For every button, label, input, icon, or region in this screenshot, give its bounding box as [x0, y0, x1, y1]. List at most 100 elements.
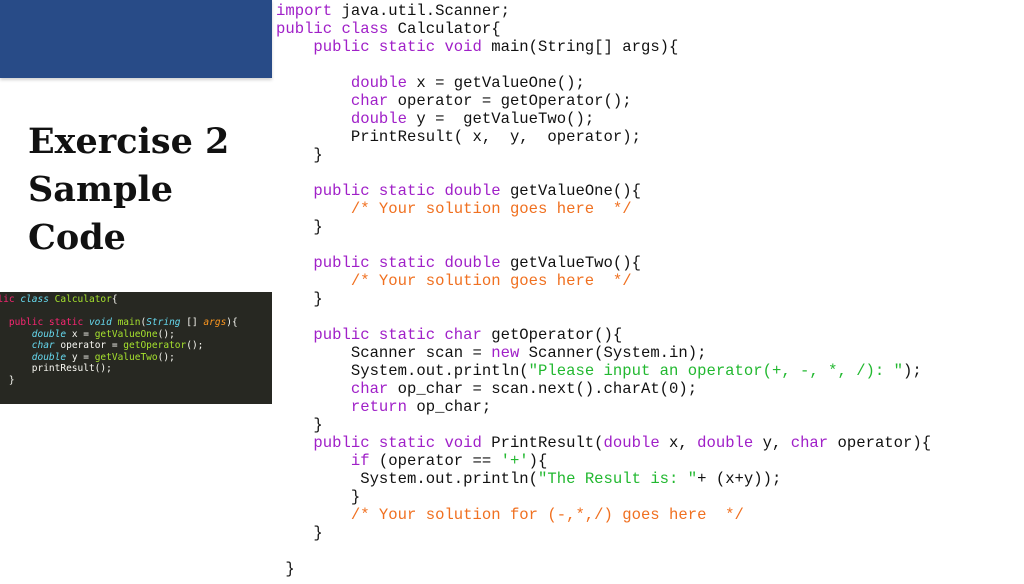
code-token: public static — [8, 317, 84, 328]
code-token: Scanner(System.in); — [519, 344, 707, 362]
code-token: ublic — [0, 294, 15, 305]
code-token: [] — [180, 317, 204, 328]
code-token: void — [88, 317, 118, 328]
code-line: public static char getOperator(){ — [276, 326, 931, 344]
code-token: x, — [659, 434, 698, 452]
code-token: import — [276, 2, 333, 20]
code-token: char — [31, 340, 55, 351]
code-token: y = — [66, 351, 95, 363]
code-token: getOperator — [123, 340, 187, 351]
code-token: if — [276, 452, 370, 470]
code-token: PrintResult( x, y, operator); — [276, 128, 641, 146]
code-line: /* Your solution goes here */ — [276, 272, 931, 290]
code-token: operator){ — [828, 434, 932, 452]
code-token: char — [276, 380, 389, 398]
code-token: } — [8, 374, 15, 386]
code-line: } — [276, 524, 931, 542]
code-token: double — [276, 74, 408, 92]
code-line: System.out.println("The Result is: "+ (x… — [276, 470, 931, 488]
code-token: main(String[] args){ — [481, 38, 679, 56]
code-token: (); — [157, 328, 175, 340]
code-token: char — [790, 434, 829, 452]
code-token: /* Your solution goes here */ — [276, 272, 632, 290]
code-token: } — [276, 416, 323, 434]
code-token: x = — [66, 328, 95, 340]
code-token: double — [697, 434, 754, 452]
code-line: if (operator == '+'){ — [276, 452, 931, 470]
code-token: } — [276, 146, 323, 164]
code-token: public static char — [276, 326, 482, 344]
code-token: operator = getOperator(); — [388, 92, 632, 110]
code-line: /* Your solution for (-,*,/) goes here *… — [276, 506, 931, 524]
code-token: { — [111, 294, 118, 305]
code-line: public static void main(String [] args){ — [0, 317, 258, 329]
code-token: "The Result is: " — [538, 470, 698, 488]
code-token: double — [31, 328, 67, 340]
code-line: public static void main(String[] args){ — [276, 38, 931, 56]
title-line: Sample — [28, 169, 174, 210]
slide-title: Exercise 2 Sample Code — [28, 118, 229, 262]
code-line: public class Calculator{ — [276, 20, 931, 38]
code-line: return op_char; — [276, 398, 931, 416]
code-token: (); — [157, 351, 175, 363]
code-line: Scanner scan = new Scanner(System.in); — [276, 344, 931, 362]
title-line: Code — [28, 217, 126, 258]
code-token: public static double — [276, 254, 501, 272]
code-line: } — [276, 560, 931, 578]
code-token: operator = — [54, 340, 124, 351]
code-line: import java.util.Scanner; — [276, 2, 931, 20]
code-token: public static void — [276, 434, 482, 452]
code-thumbnail-image: ublic class Calculator{ public static vo… — [0, 292, 272, 404]
code-token: return — [276, 398, 408, 416]
code-token: ){ — [528, 452, 548, 470]
code-token: getOperator(){ — [481, 326, 623, 344]
code-line: double y = getValueTwo(); — [0, 352, 258, 364]
code-line: } — [276, 488, 931, 506]
code-token: (operator == — [369, 452, 501, 470]
code-token: y = getValueTwo(); — [407, 110, 595, 128]
code-line: double x = getValueOne(); — [276, 74, 931, 92]
code-token: Calculator — [54, 294, 112, 305]
code-line: System.out.println("Please input an oper… — [276, 362, 931, 380]
code-listing: import java.util.Scanner; public class Ca… — [276, 2, 931, 578]
code-token: y, — [753, 434, 791, 452]
code-token: '+' — [500, 452, 529, 470]
code-line: PrintResult( x, y, operator); — [276, 128, 931, 146]
code-line: ublic class Calculator{ — [0, 294, 258, 306]
code-token: class — [20, 294, 55, 305]
code-token: getValueTwo — [94, 351, 158, 363]
code-line: } — [276, 416, 931, 434]
code-block: import java.util.Scanner; public class Ca… — [276, 2, 931, 578]
code-line: } — [0, 375, 258, 387]
code-token: ){ — [226, 317, 238, 328]
code-token: "Please input an operator(+, -, *, /): " — [528, 362, 903, 380]
code-token: op_char; — [407, 398, 492, 416]
code-token: printResult(); — [31, 363, 112, 374]
code-token: double — [31, 351, 67, 363]
code-token: x = getValueOne(); — [407, 74, 585, 92]
title-line: Exercise 2 — [28, 121, 230, 162]
code-token: (); — [186, 340, 204, 351]
code-line: char operator = getOperator(); — [0, 340, 258, 352]
code-token: main — [117, 317, 141, 328]
code-token: public class — [276, 20, 389, 38]
code-token: String — [146, 317, 181, 328]
code-token: double — [276, 110, 408, 128]
code-line: public static double getValueTwo(){ — [276, 254, 931, 272]
thumbnail-code: ublic class Calculator{ public static vo… — [0, 292, 258, 386]
code-line: public static double getValueOne(){ — [276, 182, 931, 200]
code-token: java.util.Scanner; — [332, 2, 510, 20]
code-line: double x = getValueOne(); — [0, 329, 258, 341]
code-token: + (x+y)); — [697, 470, 782, 488]
code-line: } — [276, 218, 931, 236]
code-token: getValueOne — [94, 328, 158, 340]
header-accent-band — [0, 0, 272, 78]
code-token: getValueTwo(){ — [500, 254, 641, 272]
